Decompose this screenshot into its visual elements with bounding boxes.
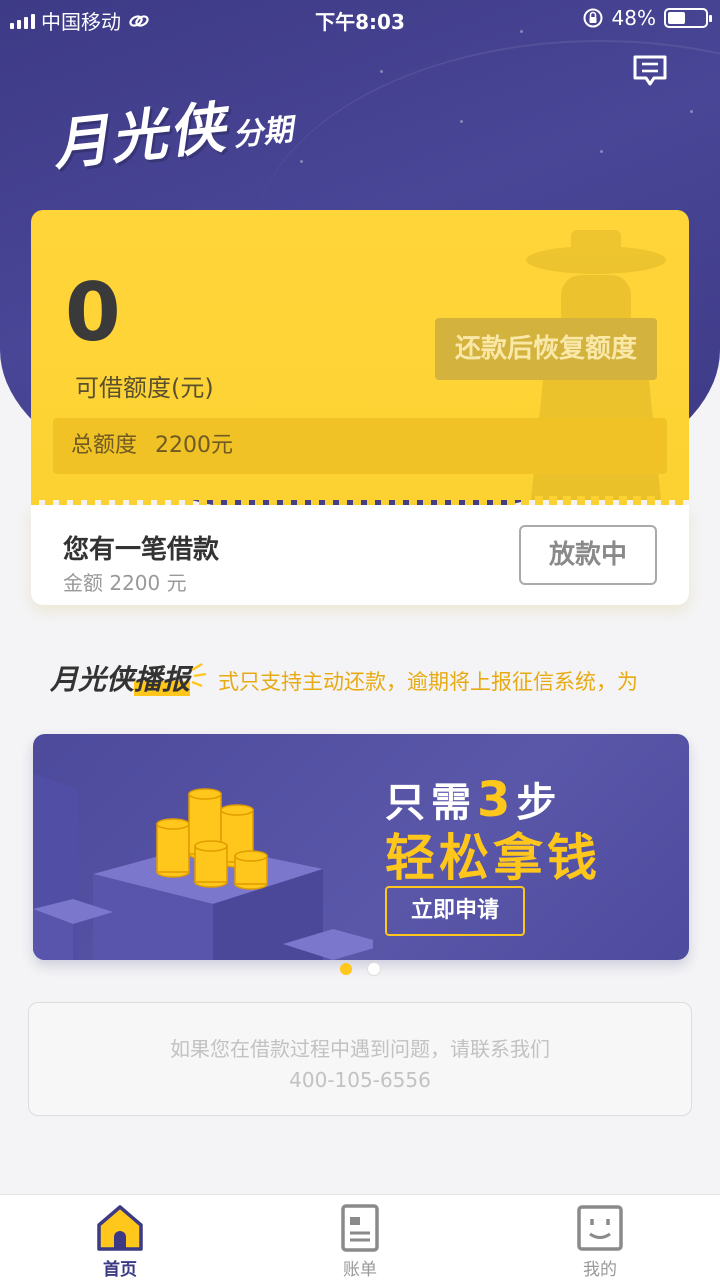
status-bar: 中国移动 下午8:03 48% <box>0 0 720 36</box>
bill-icon <box>341 1204 379 1252</box>
spark-icon <box>191 662 207 688</box>
apply-now-button[interactable]: 立即申请 <box>385 886 525 936</box>
tab-profile[interactable]: 我的 <box>540 1203 660 1280</box>
carousel-dot[interactable] <box>368 963 380 975</box>
bottom-tabbar: 首页 账单 我的 <box>0 1194 720 1280</box>
broadcast-logo-part2: 播报 <box>134 663 191 696</box>
loan-title: 您有一笔借款 <box>63 535 220 565</box>
tab-home-label: 首页 <box>103 1260 137 1280</box>
available-label: 可借额度(元) <box>75 374 214 402</box>
carousel-dot[interactable] <box>340 963 352 975</box>
message-icon[interactable] <box>632 54 668 88</box>
loan-amount: 金额 2200 元 <box>63 571 187 595</box>
battery-icon <box>664 8 712 28</box>
profile-icon <box>577 1205 623 1251</box>
total-limit-label: 总额度 <box>71 433 138 458</box>
rotation-lock-icon <box>583 8 603 28</box>
tab-home[interactable]: 首页 <box>60 1203 180 1280</box>
broadcast-logo-part1: 月光侠 <box>50 663 135 696</box>
battery-percent: 48% <box>611 6 656 30</box>
home-icon <box>97 1205 143 1251</box>
tab-profile-label: 我的 <box>583 1260 617 1280</box>
carousel-indicator <box>340 963 380 975</box>
logo-sub-text: 分期 <box>231 112 295 154</box>
tab-bill[interactable]: 账单 <box>300 1203 420 1280</box>
credit-card: 0 可借额度(元) 还款后恢复额度 总额度 2200元 <box>31 210 689 500</box>
contact-phone[interactable]: 400-105-6556 <box>29 1068 691 1092</box>
contact-box: 如果您在借款过程中遇到问题，请联系我们 400-105-6556 <box>28 1002 692 1116</box>
restore-limit-button[interactable]: 还款后恢复额度 <box>435 318 657 380</box>
tab-bill-label: 账单 <box>343 1260 377 1280</box>
logo-main-text: 月光侠 <box>49 95 230 179</box>
available-amount: 0 <box>65 266 121 359</box>
promo-banner[interactable]: 只需3步 轻松拿钱 立即申请 <box>33 734 689 960</box>
broadcast-ticker[interactable]: 式只支持主动还款，逾期将上报征信系统，为 <box>218 666 638 696</box>
loan-status-button[interactable]: 放款中 <box>519 525 657 585</box>
coins-illustration <box>33 774 373 960</box>
total-limit-value: 2200元 <box>155 433 234 458</box>
broadcast-logo: 月光侠播报 <box>50 658 191 698</box>
banner-line2: 轻松拿钱 <box>385 829 601 887</box>
loan-card[interactable]: 您有一笔借款 金额 2200 元 放款中 <box>31 505 689 605</box>
contact-text: 如果您在借款过程中遇到问题，请联系我们 <box>170 1037 550 1061</box>
total-limit-bar: 总额度 2200元 <box>53 418 667 474</box>
broadcast-bar: 月光侠播报 式只支持主动还款，逾期将上报征信系统，为 <box>50 658 640 702</box>
